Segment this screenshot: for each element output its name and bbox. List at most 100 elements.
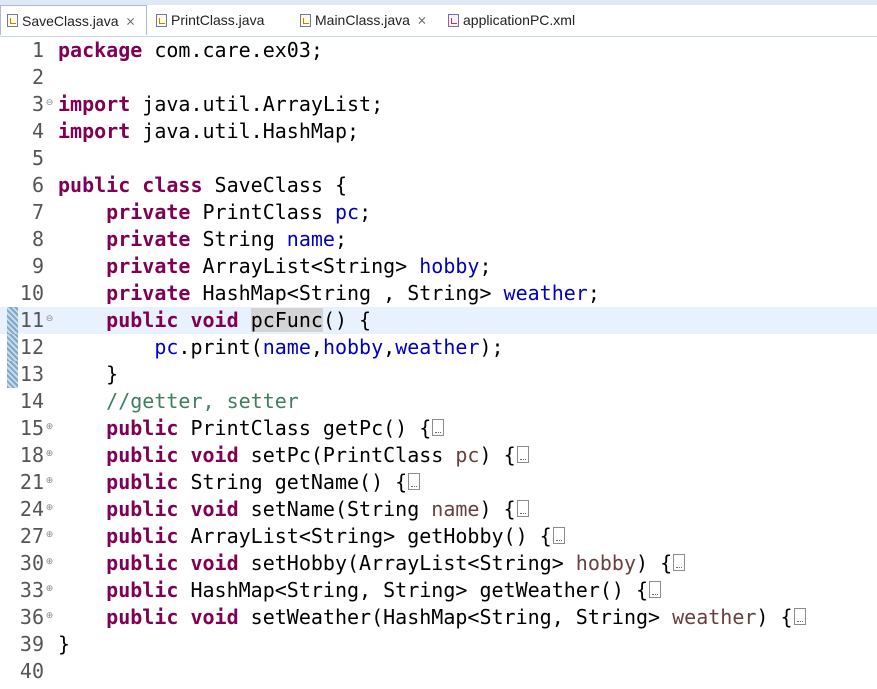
folded-code-icon[interactable] [552, 527, 565, 544]
folded-code-icon[interactable] [673, 554, 686, 571]
java-file-icon [156, 13, 167, 27]
code-line[interactable]: 6 public class SaveClass { [0, 172, 877, 199]
code-text: } [58, 631, 70, 658]
line-number: 27 [19, 524, 44, 548]
line-number: 1 [31, 38, 44, 62]
tab-printclass-java[interactable]: PrintClass.java [150, 5, 290, 35]
expand-fold-icon[interactable]: ⊕ [45, 558, 54, 567]
code-line[interactable]: 10 private HashMap<String , String> weat… [0, 280, 877, 307]
keyword: private [106, 227, 191, 251]
code-line[interactable]: 39} [0, 631, 877, 658]
code-line[interactable]: 8 private String name; [0, 226, 877, 253]
code-line[interactable]: 21 ⊕ public String getName() { [0, 469, 877, 496]
keyword: public [106, 443, 179, 467]
expand-fold-icon[interactable]: ⊕ [45, 450, 54, 459]
folded-code-icon[interactable] [516, 446, 529, 463]
folded-code-icon[interactable] [649, 581, 662, 598]
code-token: () { [322, 308, 372, 332]
code-text: public void setWeather(HashMap<String, S… [58, 604, 806, 631]
code-token: java.util.ArrayList; [130, 92, 384, 116]
code-text: private String name; [58, 226, 347, 253]
tab-saveclass-java[interactable]: SaveClass.java ⨯ [0, 5, 147, 35]
code-line[interactable]: 12 pc.print(name,hobby,weather); [0, 334, 877, 361]
tab-mainclass-java[interactable]: MainClass.java ⨯ [294, 5, 440, 35]
keyword: public [106, 308, 179, 332]
field-reference: hobby [322, 335, 384, 359]
java-file-icon [300, 13, 311, 27]
code-line[interactable]: 15 ⊕ public PrintClass getPc() { [0, 415, 877, 442]
collapse-fold-icon[interactable]: ⊖ [45, 315, 54, 324]
code-line[interactable]: 13 } [0, 361, 877, 388]
editor-tab-bar: SaveClass.java ⨯ PrintClass.java MainCla… [0, 0, 877, 37]
folded-code-icon[interactable] [432, 419, 445, 436]
code-line[interactable]: 4 import java.util.HashMap; [0, 118, 877, 145]
close-icon[interactable]: ⨯ [416, 13, 428, 27]
code-line[interactable]: 3 ⊖ import java.util.ArrayList; [0, 91, 877, 118]
expand-fold-icon[interactable]: ⊕ [45, 504, 54, 513]
code-text: import java.util.HashMap; [58, 118, 359, 145]
expand-fold-icon[interactable]: ⊕ [45, 423, 54, 432]
code-line[interactable]: 40 [0, 658, 877, 685]
code-line[interactable]: 18 ⊕ public void setPc(PrintClass pc) { [0, 442, 877, 469]
folded-code-icon[interactable] [516, 500, 529, 517]
code-line[interactable]: 27 ⊕ public ArrayList<String> getHobby() … [0, 523, 877, 550]
line-number: 3 [31, 92, 44, 116]
code-line[interactable]: 30 ⊕ public void setHobby(ArrayList<Strin… [0, 550, 877, 577]
code-text: public void pcFunc() { [58, 307, 371, 334]
code-token: ArrayList<String> getHobby() { [178, 524, 552, 548]
code-line[interactable]: 1 package com.care.ex03; [0, 37, 877, 64]
keyword: private [106, 281, 191, 305]
line-number: 7 [31, 200, 44, 224]
folded-code-icon[interactable] [408, 473, 421, 490]
keyword: import [58, 119, 131, 143]
highlighted-occurrence: pcFunc [250, 308, 323, 332]
code-text: public String getName() { [58, 469, 421, 496]
keyword: private [106, 254, 191, 278]
code-line[interactable]: 36 ⊕ public void setWeather(HashMap<Strin… [0, 604, 877, 631]
code-editor[interactable]: 1 package com.care.ex03; 2 3 ⊖ import java.ut… [0, 36, 877, 689]
expand-fold-icon[interactable]: ⊕ [45, 612, 54, 621]
tab-applicationpc-xml[interactable]: applicationPC.xml [442, 5, 602, 35]
code-line[interactable]: 14 //getter, setter [0, 388, 877, 415]
keyword: void [190, 308, 239, 332]
folded-code-icon[interactable] [793, 608, 806, 625]
code-token: .print( [178, 335, 263, 359]
code-text: public HashMap<String, String> getWeathe… [58, 577, 662, 604]
keyword: private [106, 200, 191, 224]
expand-fold-icon[interactable]: ⊕ [45, 477, 54, 486]
expand-fold-icon[interactable]: ⊕ [45, 531, 54, 540]
code-token: PrintClass getPc() { [178, 416, 432, 440]
code-line[interactable]: 33 ⊕ public HashMap<String, String> getWe… [0, 577, 877, 604]
line-number: 9 [31, 254, 44, 278]
code-line[interactable]: 5 [0, 145, 877, 172]
code-line[interactable]: 2 [0, 64, 877, 91]
code-token: ) { [756, 605, 793, 629]
code-line[interactable]: 24 ⊕ public void setName(String name) { [0, 496, 877, 523]
field-reference: name [262, 335, 311, 359]
code-line[interactable]: 7 private PrintClass pc; [0, 199, 877, 226]
line-number: 12 [19, 335, 44, 359]
code-token: ) { [479, 497, 516, 521]
keyword: void [190, 551, 239, 575]
code-line[interactable]: 11 ⊖ public void pcFunc() { [0, 307, 877, 334]
keyword: void [190, 497, 239, 521]
expand-fold-icon[interactable]: ⊕ [45, 585, 54, 594]
tab-label: SaveClass.java [22, 12, 119, 29]
collapse-fold-icon[interactable]: ⊖ [45, 99, 54, 108]
code-token: String getName() { [178, 470, 408, 494]
code-line[interactable]: 9 private ArrayList<String> hobby; [0, 253, 877, 280]
keyword: import [58, 92, 131, 116]
field-reference: name [286, 227, 335, 251]
code-token: setWeather(HashMap<String, String> [238, 605, 673, 629]
code-token: } [58, 632, 71, 656]
close-icon[interactable]: ⨯ [125, 14, 137, 28]
code-token: setHobby(ArrayList<String> [238, 551, 576, 575]
